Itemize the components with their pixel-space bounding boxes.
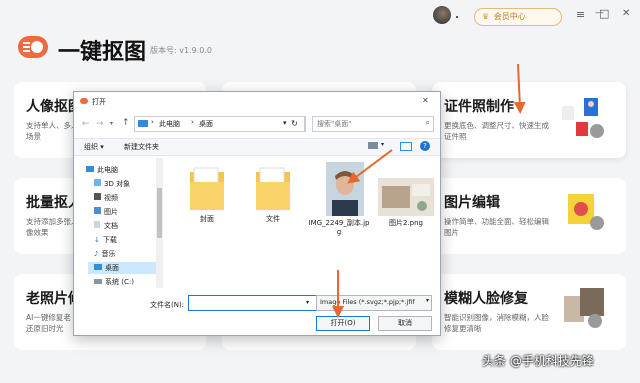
recent-dropdown-icon[interactable]: ▾ xyxy=(110,120,113,127)
close-icon[interactable]: ✕ xyxy=(622,8,630,19)
desktop-icon xyxy=(94,264,102,270)
back-arrow-icon[interactable]: ← xyxy=(82,119,90,129)
computer-icon xyxy=(138,120,148,127)
search-input[interactable]: 搜索"桌面" xyxy=(317,119,351,129)
file-item-image[interactable]: 图片2.png xyxy=(376,178,436,228)
filetype-value: Image Files (*.svgz;*.pjp;*.jfif xyxy=(320,298,415,306)
tree-item-downloads[interactable]: ↓ 下载 xyxy=(94,234,117,246)
open-button[interactable]: 打开(O) xyxy=(316,316,370,331)
new-folder-button[interactable]: 新建文件夹 xyxy=(124,142,159,152)
view-options-icon[interactable] xyxy=(368,142,378,149)
picture-icon xyxy=(94,207,101,214)
vip-center-button[interactable]: ♛ 会员中心 xyxy=(474,8,562,26)
nav-tree: 此电脑 3D 对象 视频 图片 文档 ↓ 下载 ♪ 音乐 桌面 系统 (C:) xyxy=(74,156,166,292)
tree-item-videos[interactable]: 视频 xyxy=(94,192,118,204)
tree-item-c-drive[interactable]: 系统 (C:) xyxy=(94,276,134,288)
card-face-restore[interactable]: 模糊人脸修复 智能识别图像，消除模糊，人脸 修复更清晰 xyxy=(432,274,626,350)
card-desc: 支持添加多张人 像效果 xyxy=(26,217,79,237)
dialog-title: 打开 xyxy=(92,98,106,106)
card-desc: 操作简单、功能全面、轻松编辑 图片 xyxy=(444,217,549,237)
card-image-edit[interactable]: 图片编辑 操作简单、功能全面、轻松编辑 图片 xyxy=(432,178,626,254)
folder-icon xyxy=(190,167,224,210)
tree-item-pictures[interactable]: 图片 xyxy=(94,206,118,218)
computer-icon xyxy=(86,166,94,172)
music-icon: ♪ xyxy=(94,250,99,258)
vip-crown-icon: ♛ xyxy=(482,12,490,21)
dialog-close-icon[interactable]: ✕ xyxy=(422,96,429,105)
maximize-icon[interactable]: □ xyxy=(599,7,609,20)
image-edit-illustration xyxy=(564,194,608,234)
view-dropdown-icon[interactable]: ▾ xyxy=(381,141,384,148)
breadcrumb-sep-icon: › xyxy=(191,118,194,126)
card-desc: 更换底色、调整尺寸、快速生成 证件照 xyxy=(444,121,549,141)
drive-icon xyxy=(94,279,102,284)
tree-item-desktop[interactable]: 桌面 xyxy=(88,262,158,274)
file-name: 文件 xyxy=(266,215,280,223)
dialog-app-icon xyxy=(80,98,88,104)
help-icon[interactable]: ? xyxy=(420,141,430,151)
search-box[interactable]: 搜索"桌面" ⌕ xyxy=(312,116,434,132)
file-name: 图片2.png xyxy=(388,219,423,227)
face-restore-illustration xyxy=(564,288,610,330)
id-photo-illustration xyxy=(562,98,608,140)
up-arrow-icon[interactable]: ↑ xyxy=(122,118,130,128)
photo-thumbnail xyxy=(326,162,364,216)
avatar[interactable] xyxy=(433,6,451,24)
file-item-folder-files[interactable]: 文件 xyxy=(250,166,296,224)
document-icon xyxy=(94,221,100,228)
file-name: 封面 xyxy=(200,215,214,223)
tree-item-music[interactable]: ♪ 音乐 xyxy=(94,248,115,260)
card-desc: AI一键修复老 还原旧时光 xyxy=(26,313,71,333)
breadcrumb-sep-icon: › xyxy=(151,118,154,126)
filetype-select[interactable]: Image Files (*.svgz;*.pjp;*.jfif ▾ xyxy=(316,295,432,311)
organize-menu[interactable]: 组织 ▾ xyxy=(84,142,104,152)
card-title: 图片编辑 xyxy=(444,195,500,211)
watermark: 头条 @手机科技先锋 xyxy=(482,354,594,368)
file-name: IMG_2249_副本.jpg xyxy=(308,219,370,236)
card-title: 证件照制作 xyxy=(444,99,514,115)
cancel-button[interactable]: 取消 xyxy=(378,316,432,331)
filename-label: 文件名(N): xyxy=(150,301,185,309)
chevron-down-icon: ▾ xyxy=(425,297,429,304)
folder-icon xyxy=(256,167,290,210)
file-item-photo[interactable]: IMG_2249_副本.jpg xyxy=(308,162,370,236)
breadcrumb-item[interactable]: 此电脑 xyxy=(159,119,180,129)
card-desc: 支持单人、多人 场景 xyxy=(26,121,79,141)
card-title: 模糊人脸修复 xyxy=(444,291,528,307)
refresh-icon[interactable]: ↻ xyxy=(285,116,305,132)
breadcrumb-item[interactable]: 桌面 xyxy=(199,119,213,129)
app-title: 一键抠图 xyxy=(58,40,147,65)
download-icon: ↓ xyxy=(94,236,100,244)
app-logo xyxy=(18,36,48,58)
card-id-photo[interactable]: 证件照制作 更换底色、调整尺寸、快速生成 证件照 xyxy=(432,82,626,158)
nav-tree-scrollbar[interactable] xyxy=(156,158,163,288)
vip-label: 会员中心 xyxy=(493,12,526,21)
address-bar[interactable]: › 此电脑 › 桌面 ▾ xyxy=(134,116,306,132)
open-file-dialog: 打开 ✕ ← → ▾ ↑ › 此电脑 › 桌面 ▾ ↻ 搜索"桌面" ⌕ 组织 … xyxy=(73,91,441,336)
filename-input[interactable] xyxy=(188,295,307,311)
tree-item-documents[interactable]: 文档 xyxy=(94,220,118,232)
search-icon: ⌕ xyxy=(425,118,430,127)
tree-item-this-pc[interactable]: 此电脑 xyxy=(86,164,118,176)
forward-arrow-icon[interactable]: → xyxy=(96,119,104,129)
video-icon xyxy=(94,193,101,200)
preview-pane-icon[interactable] xyxy=(400,142,412,151)
scroll-thumb[interactable] xyxy=(157,188,162,238)
avatar-dot xyxy=(456,16,458,18)
app-version: 版本号: v1.9.0.0 xyxy=(150,46,212,55)
image-thumbnail xyxy=(378,178,434,216)
tree-item-3d[interactable]: 3D 对象 xyxy=(94,178,130,190)
cube-icon xyxy=(94,179,101,186)
menu-icon[interactable]: ≡ xyxy=(576,8,585,21)
card-desc: 智能识别图像，消除模糊，人脸 修复更清晰 xyxy=(444,313,549,333)
file-item-folder-cover[interactable]: 封面 xyxy=(184,166,230,224)
